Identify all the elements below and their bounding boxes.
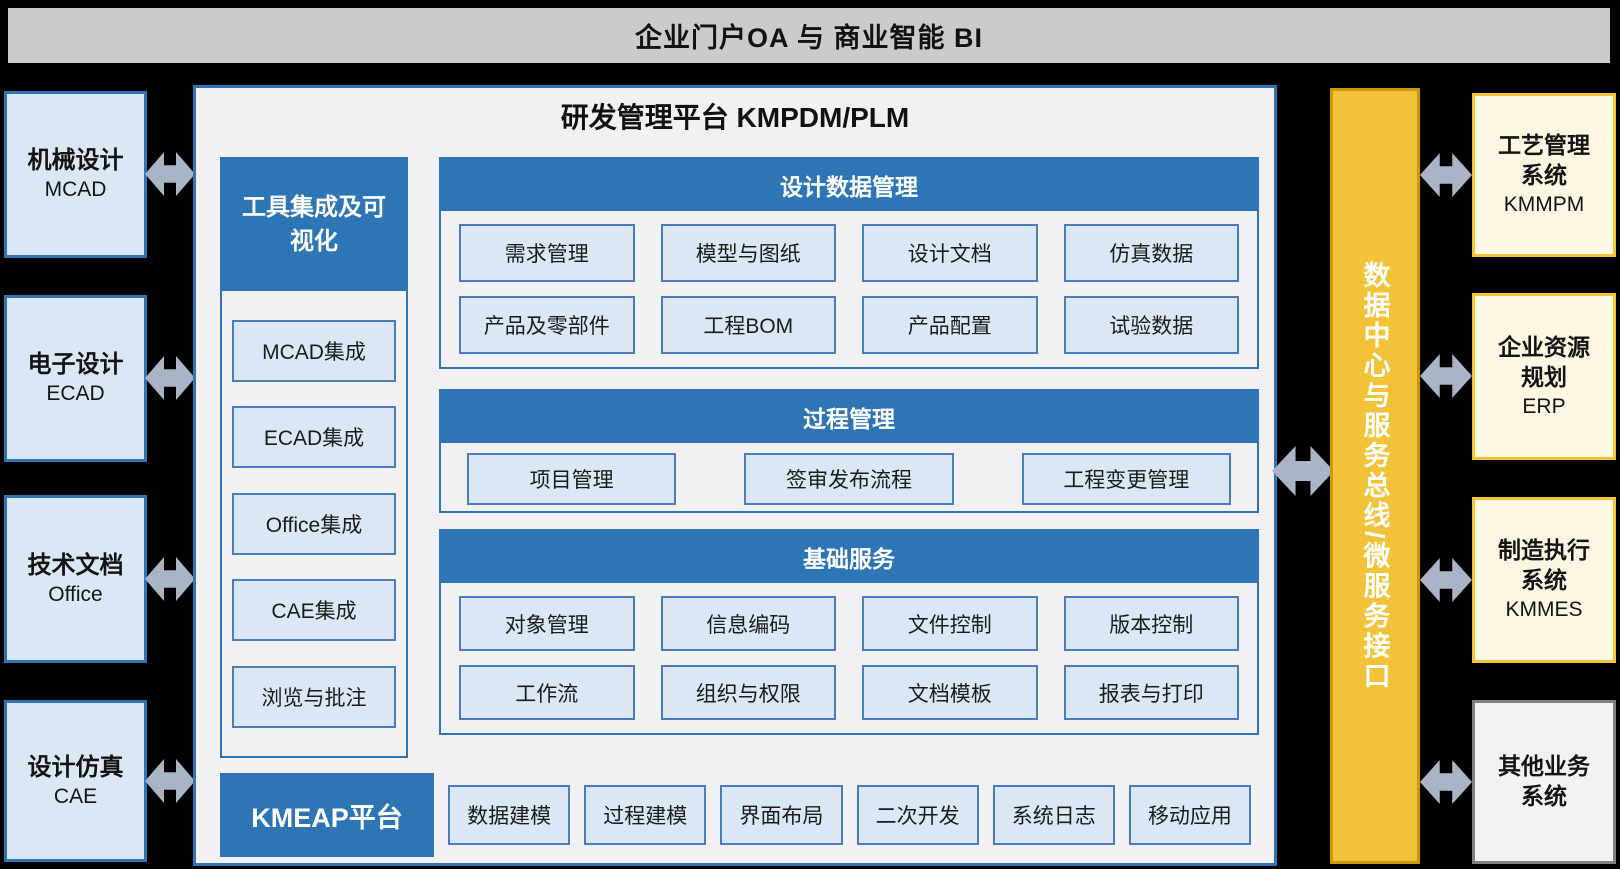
service-bus-label: 数据中心与服务总线/微服务接口	[1356, 261, 1395, 692]
module-models-drawings: 模型与图纸	[661, 224, 837, 282]
top-banner: 企业门户OA 与 商业智能 BI	[8, 8, 1610, 63]
plm-platform-panel: 研发管理平台 KMPDM/PLM 工具集成及可视化 MCAD集成 ECAD集成 …	[193, 85, 1277, 866]
section-basic-services: 基础服务 对象管理 信息编码 文件控制 版本控制 工作流 组织与权限 文档模板 …	[439, 529, 1259, 735]
double-arrow-icon	[145, 152, 195, 196]
left-system-office: 技术文档 Office	[4, 495, 147, 663]
double-arrow-icon	[1420, 153, 1472, 197]
module-org-permissions: 组织与权限	[661, 665, 837, 720]
module-info-coding: 信息编码	[661, 596, 837, 651]
system-name: 电子设计	[28, 349, 124, 380]
module-doc-templates: 文档模板	[862, 665, 1038, 720]
module-requirements: 需求管理	[459, 224, 635, 282]
system-name: 技术文档	[28, 550, 124, 581]
module-project-mgmt: 项目管理	[467, 453, 676, 505]
module-simulation-data: 仿真数据	[1064, 224, 1240, 282]
module-ecad-integration: ECAD集成	[232, 406, 396, 468]
double-arrow-icon	[1420, 558, 1472, 602]
system-code: KMMPM	[1504, 191, 1585, 218]
right-system-other: 其他业务 系统	[1472, 700, 1616, 864]
module-engineering-change: 工程变更管理	[1022, 453, 1231, 505]
module-review-release: 签审发布流程	[744, 453, 953, 505]
system-code: Office	[48, 581, 102, 608]
module-ui-layout: 界面布局	[720, 785, 842, 845]
system-code: ERP	[1522, 393, 1565, 420]
section-body: 需求管理 模型与图纸 设计文档 仿真数据 产品及零部件 工程BOM 产品配置 试…	[441, 211, 1257, 367]
double-arrow-icon	[145, 557, 195, 601]
module-workflow: 工作流	[459, 665, 635, 720]
module-product-config: 产品配置	[862, 296, 1038, 354]
system-name: 工艺管理 系统	[1498, 131, 1590, 191]
kmeap-body: 数据建模 过程建模 界面布局 二次开发 系统日志 移动应用	[434, 773, 1259, 857]
module-engineering-bom: 工程BOM	[661, 296, 837, 354]
section-header: 设计数据管理	[441, 159, 1257, 211]
left-system-ecad: 电子设计 ECAD	[4, 295, 147, 462]
module-mcad-integration: MCAD集成	[232, 320, 396, 382]
double-arrow-icon	[145, 356, 195, 400]
system-name: 其他业务 系统	[1498, 752, 1590, 812]
module-test-data: 试验数据	[1064, 296, 1240, 354]
system-code: CAE	[54, 783, 97, 810]
tool-panel-body: MCAD集成 ECAD集成 Office集成 CAE集成 浏览与批注	[222, 291, 406, 756]
double-arrow-icon	[1420, 354, 1472, 398]
module-object-mgmt: 对象管理	[459, 596, 635, 651]
module-mobile-app: 移动应用	[1129, 785, 1251, 845]
system-code: KMMES	[1505, 596, 1582, 623]
tool-integration-panel: 工具集成及可视化 MCAD集成 ECAD集成 Office集成 CAE集成 浏览…	[220, 157, 408, 758]
section-header: 过程管理	[441, 391, 1257, 443]
system-name: 机械设计	[28, 145, 124, 176]
kmeap-label: KMEAP平台	[220, 773, 434, 857]
architecture-diagram: 企业门户OA 与 商业智能 BI 机械设计 MCAD 电子设计 ECAD 技术文…	[0, 0, 1620, 869]
platform-title: 研发管理平台 KMPDM/PLM	[196, 96, 1274, 136]
module-system-log: 系统日志	[993, 785, 1115, 845]
module-file-control: 文件控制	[862, 596, 1038, 651]
module-office-integration: Office集成	[232, 493, 396, 555]
tool-panel-header: 工具集成及可视化	[222, 159, 406, 291]
kmeap-platform-bar: KMEAP平台 数据建模 过程建模 界面布局 二次开发 系统日志 移动应用	[220, 773, 1259, 857]
module-cae-integration: CAE集成	[232, 579, 396, 641]
module-process-modeling: 过程建模	[584, 785, 706, 845]
system-name: 制造执行 系统	[1498, 536, 1590, 596]
left-system-mcad: 机械设计 MCAD	[4, 91, 147, 258]
left-system-cae: 设计仿真 CAE	[4, 700, 147, 862]
section-body: 项目管理 签审发布流程 工程变更管理	[441, 443, 1257, 515]
right-system-kmmpm: 工艺管理 系统 KMMPM	[1472, 93, 1616, 257]
module-data-modeling: 数据建模	[448, 785, 570, 845]
double-arrow-icon	[145, 759, 195, 803]
right-system-kmmes: 制造执行 系统 KMMES	[1472, 497, 1616, 663]
section-process: 过程管理 项目管理 签审发布流程 工程变更管理	[439, 389, 1259, 513]
module-products-parts: 产品及零部件	[459, 296, 635, 354]
section-body: 对象管理 信息编码 文件控制 版本控制 工作流 组织与权限 文档模板 报表与打印	[441, 583, 1257, 733]
module-secondary-dev: 二次开发	[857, 785, 979, 845]
system-name: 企业资源 规划	[1498, 333, 1590, 393]
double-arrow-icon	[1272, 446, 1334, 496]
section-header: 基础服务	[441, 531, 1257, 583]
service-bus-bar: 数据中心与服务总线/微服务接口	[1330, 88, 1420, 864]
module-design-docs: 设计文档	[862, 224, 1038, 282]
module-view-annotate: 浏览与批注	[232, 666, 396, 728]
system-code: ECAD	[46, 380, 104, 407]
module-version-control: 版本控制	[1064, 596, 1240, 651]
system-code: MCAD	[45, 176, 107, 203]
module-reports-print: 报表与打印	[1064, 665, 1240, 720]
double-arrow-icon	[1420, 760, 1472, 804]
section-design-data: 设计数据管理 需求管理 模型与图纸 设计文档 仿真数据 产品及零部件 工程BOM…	[439, 157, 1259, 369]
right-system-erp: 企业资源 规划 ERP	[1472, 293, 1616, 460]
system-name: 设计仿真	[28, 752, 124, 783]
